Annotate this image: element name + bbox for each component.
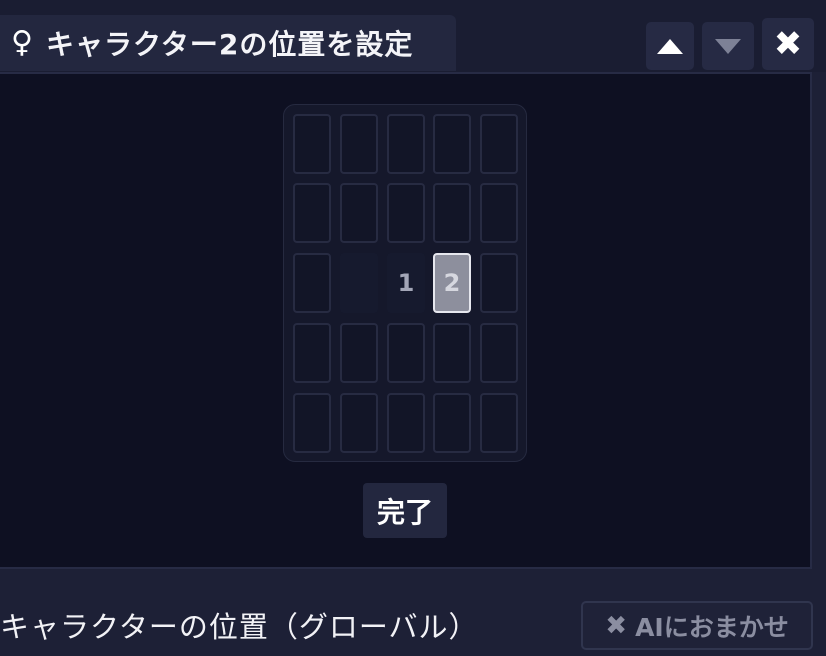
grid-cell-r3-c3[interactable]: 1: [387, 253, 425, 313]
grid-cell-r4-c4[interactable]: [433, 323, 471, 383]
grid-cell-r2-c3[interactable]: [387, 183, 425, 243]
caret-up-icon: [657, 38, 683, 54]
grid-cell-r3-c5[interactable]: [480, 253, 518, 313]
ai-auto-button[interactable]: ✖ AIにおまかせ: [581, 601, 813, 650]
dialog-title: キャラクター2の位置を設定: [46, 28, 414, 61]
grid-cell-r2-c2[interactable]: [340, 183, 378, 243]
grid-cell-r4-c1[interactable]: [293, 323, 331, 383]
grid-cell-r4-c3[interactable]: [387, 323, 425, 383]
dialog-title-bar: ♀ キャラクター2の位置を設定: [0, 15, 456, 71]
global-position-label: キャラクターの位置（グローバル）: [0, 610, 479, 644]
grid-cell-r4-c2[interactable]: [340, 323, 378, 383]
grid-cell-r4-c5[interactable]: [480, 323, 518, 383]
move-up-button[interactable]: [646, 22, 694, 70]
close-button[interactable]: ✖: [762, 18, 814, 70]
position-grid: 12: [283, 104, 527, 462]
grid-cell-r3-c1[interactable]: [293, 253, 331, 313]
female-icon: ♀: [11, 25, 33, 60]
close-icon: ✖: [605, 610, 628, 641]
grid-cell-r1-c5[interactable]: [480, 114, 518, 174]
move-down-button[interactable]: [702, 22, 754, 70]
grid-cell-r1-c1[interactable]: [293, 114, 331, 174]
close-icon: ✖: [773, 24, 803, 64]
grid-cell-r2-c5[interactable]: [480, 183, 518, 243]
grid-cell-r3-c4[interactable]: 2: [433, 253, 471, 313]
grid-cell-r1-c4[interactable]: [433, 114, 471, 174]
ai-auto-button-label: AIにおまかせ: [635, 612, 789, 642]
done-button[interactable]: 完了: [363, 483, 447, 538]
grid-cell-r3-c2[interactable]: [340, 253, 378, 313]
grid-cell-r5-c1[interactable]: [293, 393, 331, 453]
grid-cell-r1-c3[interactable]: [387, 114, 425, 174]
grid-cell-r2-c1[interactable]: [293, 183, 331, 243]
grid-cell-r1-c2[interactable]: [340, 114, 378, 174]
grid-cell-r5-c3[interactable]: [387, 393, 425, 453]
grid-cell-r5-c2[interactable]: [340, 393, 378, 453]
caret-down-icon: [715, 38, 741, 54]
grid-cell-r5-c5[interactable]: [480, 393, 518, 453]
grid-cell-r5-c4[interactable]: [433, 393, 471, 453]
grid-cell-r2-c4[interactable]: [433, 183, 471, 243]
